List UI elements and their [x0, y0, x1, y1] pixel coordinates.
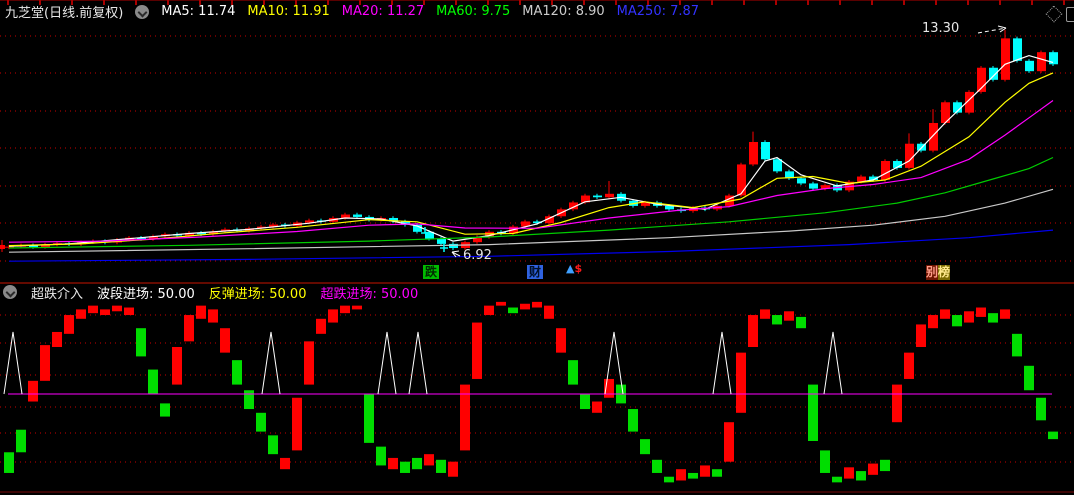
main-chart-header: 九芝堂(日线.前复权) MA5: 11.74 MA10: 11.91 MA20:…: [0, 0, 1074, 23]
sub-chart-header: 超跌介入 波段进场: 50.00 反弹进场: 50.00 超跌进场: 50.00: [0, 284, 1074, 302]
indicator-name: 超跌介入: [31, 286, 84, 302]
ma60-label: MA60: 9.75: [436, 4, 511, 19]
window-tool-icon[interactable]: [1066, 7, 1074, 22]
chart-canvas[interactable]: [0, 0, 1074, 495]
badge-price-drop[interactable]: 跌: [423, 265, 440, 279]
ma120-label: MA120: 8.90: [522, 4, 605, 19]
ma20-label: MA20: 11.27: [341, 4, 425, 19]
badge-ranking-char-2: 榜: [938, 265, 951, 280]
ma5-label: MA5: 11.74: [161, 4, 236, 19]
ma10-label: MA10: 11.91: [247, 4, 330, 19]
dividend-marker-icon[interactable]: ▲$: [566, 263, 582, 274]
chevron-down-icon[interactable]: [3, 285, 17, 299]
low-price-label: 6.92: [463, 248, 492, 263]
stock-title: 九芝堂(日线.前复权): [5, 6, 124, 21]
dollar-icon: $: [574, 262, 583, 275]
badge-ranking-list[interactable]: 别 榜: [926, 265, 951, 280]
badge-finance-report[interactable]: 财: [527, 265, 544, 279]
indicator-label-2: 反弹进场: 50.00: [208, 286, 307, 302]
chevron-down-icon[interactable]: [135, 4, 150, 19]
indicator-label-3: 超跌进场: 50.00: [320, 286, 419, 302]
indicator-label-1: 波段进场: 50.00: [97, 286, 195, 302]
app-window: 九芝堂(日线.前复权) MA5: 11.74 MA10: 11.91 MA20:…: [0, 0, 1074, 495]
ma250-label: MA250: 7.87: [616, 4, 700, 19]
high-price-label: 13.30: [922, 21, 960, 36]
badge-ranking-char-1: 别: [926, 265, 939, 280]
